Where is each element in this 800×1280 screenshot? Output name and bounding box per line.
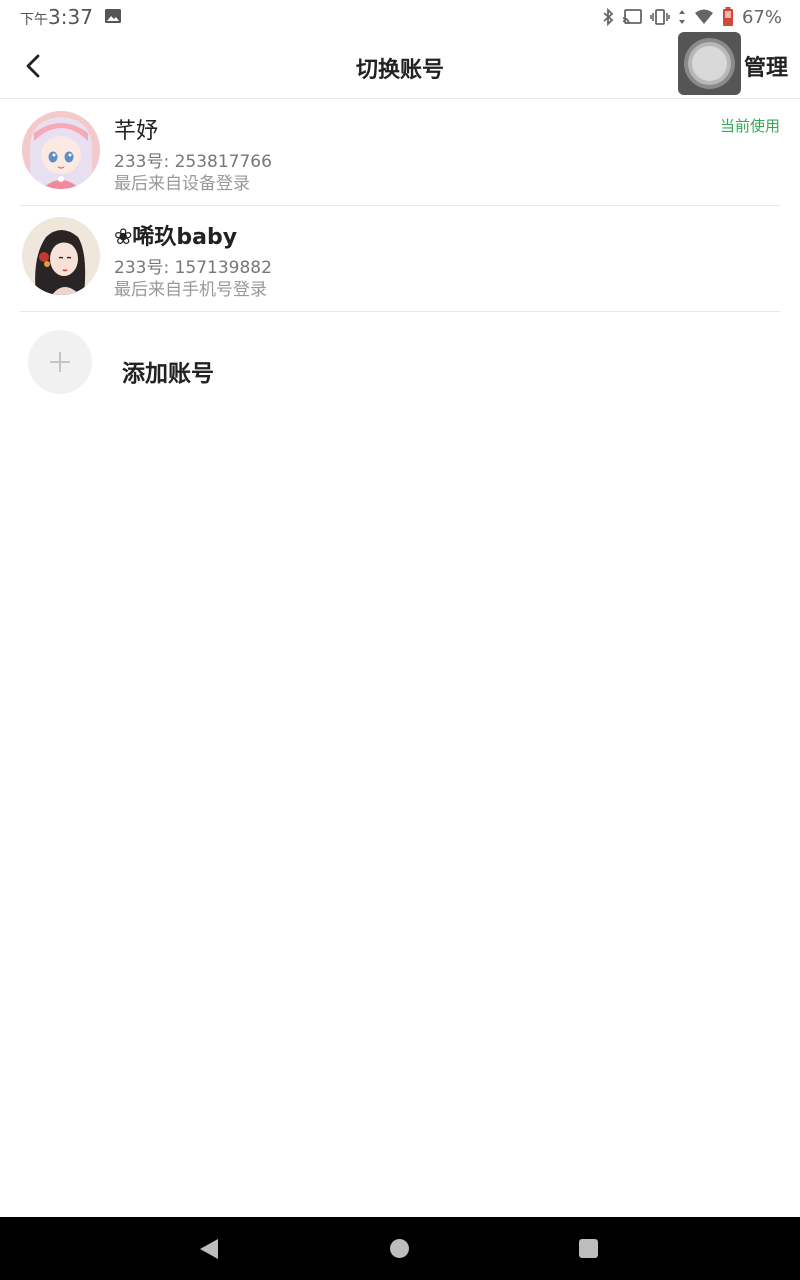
account-login-source: 最后来自设备登录: [114, 174, 250, 194]
status-icons: 67%: [602, 4, 782, 30]
plus-icon-circle: [28, 330, 92, 394]
wifi-icon: [694, 9, 713, 24]
bluetooth-icon: [603, 8, 614, 26]
gallery-icon: [105, 9, 121, 23]
status-time: 下午3:37: [20, 5, 93, 29]
nav-home-icon[interactable]: [390, 1239, 409, 1258]
portrait-avatar: [22, 217, 100, 295]
nav-back-icon[interactable]: [198, 1237, 220, 1261]
nav-recents-icon[interactable]: [579, 1239, 598, 1258]
account-login-source: 最后来自手机号登录: [114, 280, 267, 300]
battery-icon: [722, 7, 733, 26]
data-arrows-icon: [678, 10, 685, 24]
account-row[interactable]: 芊妤 233号: 253817766 最后来自设备登录 当前使用: [20, 99, 780, 206]
plus-icon: [50, 352, 70, 372]
battery-percent: 67%: [741, 6, 782, 28]
anime-girl-avatar: [22, 111, 100, 189]
status-bar: 下午3:37 67%: [0, 0, 800, 34]
current-account-badge: 当前使用: [719, 117, 780, 135]
app-header: 切换账号 管理: [0, 32, 800, 99]
status-ampm: 下午: [20, 12, 48, 28]
account-name: ❀唏玖baby: [114, 225, 238, 250]
add-account-button[interactable]: 添加账号: [20, 312, 780, 412]
assistive-touch-button[interactable]: [678, 32, 741, 95]
account-name: 芊妤: [114, 119, 159, 144]
manage-button[interactable]: 管理: [744, 50, 788, 82]
status-clock: 3:37: [48, 5, 93, 29]
system-nav-bar: [0, 1217, 800, 1280]
add-account-label: 添加账号: [122, 361, 214, 387]
account-row[interactable]: ❀唏玖baby 233号: 157139882 最后来自手机号登录: [20, 205, 780, 312]
vibrate-icon: [650, 9, 670, 25]
cast-icon: [622, 9, 642, 25]
